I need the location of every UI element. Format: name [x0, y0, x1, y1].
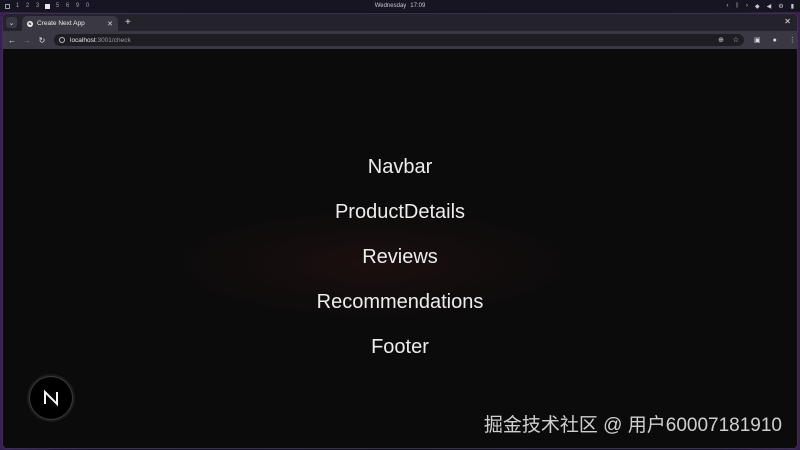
section-navbar: Navbar — [367, 156, 433, 178]
profile-avatar-icon[interactable]: ● — [773, 37, 777, 44]
back-arrow-icon[interactable]: ← — [6, 36, 18, 45]
new-tab-plus-icon[interactable]: + — [125, 17, 131, 28]
site-info-icon[interactable] — [59, 37, 65, 43]
reload-icon[interactable]: ↻ — [36, 36, 48, 45]
system-tray: ‹ ᛒ › ◆ ◀ ⚙ ▮ — [726, 0, 794, 12]
section-product-details: ProductDetails — [334, 201, 466, 223]
chevron-left-icon[interactable]: ‹ — [726, 3, 728, 9]
page-viewport: Navbar ProductDetails Reviews Recommenda… — [3, 49, 797, 448]
speaker-icon[interactable]: ◀ — [767, 3, 772, 10]
section-recommendations: Recommendations — [316, 291, 484, 313]
workspace-active-icon[interactable] — [45, 2, 50, 10]
bookmark-star-icon[interactable]: ☆ — [733, 36, 739, 44]
tab-search-button[interactable]: ⌄ — [6, 17, 17, 28]
clock-time: 17:09 — [410, 3, 426, 9]
os-top-bar: 1 2 3 5 6 9 0 Wednesday 17:09 ‹ ᛒ › ◆ ◀ … — [0, 0, 800, 12]
settings-icon[interactable]: ⚙ — [778, 3, 783, 10]
url-path: :3001/check — [95, 36, 131, 44]
address-bar[interactable]: localhost :3001/check ⊕ ☆ — [54, 34, 744, 46]
tab-strip: ⌄ N Create Next App ✕ + ✕ — [3, 14, 797, 31]
workspace-1[interactable]: 1 — [15, 2, 20, 10]
kebab-menu-icon[interactable]: ⋮ — [789, 36, 796, 44]
forward-arrow-icon[interactable]: → — [21, 36, 33, 45]
url-host: localhost — [70, 36, 96, 44]
workspace-0[interactable]: 0 — [85, 2, 90, 10]
window-close-icon[interactable]: ✕ — [784, 17, 791, 26]
workspace-6[interactable]: 6 — [65, 2, 70, 10]
workspace-3[interactable]: 3 — [35, 2, 40, 10]
next-favicon-icon: N — [27, 20, 33, 27]
extensions-puzzle-icon[interactable]: ▣ — [754, 36, 761, 44]
watermark-text: 掘金技术社区 @ 用户60007181910 — [483, 415, 782, 436]
workspace-5[interactable]: 5 — [55, 2, 60, 10]
browser-window: ⌄ N Create Next App ✕ + ✕ ← → ↻ localhos… — [2, 13, 798, 449]
close-icon[interactable]: ✕ — [107, 20, 113, 28]
tab-title: Create Next App — [37, 20, 85, 27]
section-footer: Footer — [371, 336, 429, 358]
workspace-switcher: 1 2 3 5 6 9 0 — [0, 2, 90, 10]
next-logo-icon — [44, 389, 58, 407]
browser-toolbar: ← → ↻ localhost :3001/check ⊕ ☆ ▣ ● ⋮ — [3, 31, 797, 49]
workspace-overview-icon[interactable] — [5, 2, 10, 10]
tab-create-next-app[interactable]: N Create Next App ✕ — [22, 16, 118, 31]
chevron-down-icon: ⌄ — [8, 19, 15, 27]
bluetooth-icon[interactable]: ᛒ — [735, 3, 739, 9]
zoom-icon[interactable]: ⊕ — [718, 36, 724, 44]
desktop-screen: 1 2 3 5 6 9 0 Wednesday 17:09 ‹ ᛒ › ◆ ◀ … — [0, 0, 800, 450]
next-dev-tools-button[interactable] — [29, 376, 73, 420]
chevron-right-icon[interactable]: › — [746, 3, 748, 9]
workspace-2[interactable]: 2 — [25, 2, 30, 10]
clock-day: Wednesday — [374, 3, 407, 9]
section-reviews: Reviews — [362, 246, 438, 268]
wifi-icon[interactable]: ◆ — [755, 3, 760, 10]
component-list: Navbar ProductDetails Reviews Recommenda… — [3, 145, 797, 370]
clock[interactable]: Wednesday 17:09 — [0, 0, 800, 12]
workspace-9[interactable]: 9 — [75, 2, 80, 10]
battery-icon[interactable]: ▮ — [791, 3, 794, 10]
